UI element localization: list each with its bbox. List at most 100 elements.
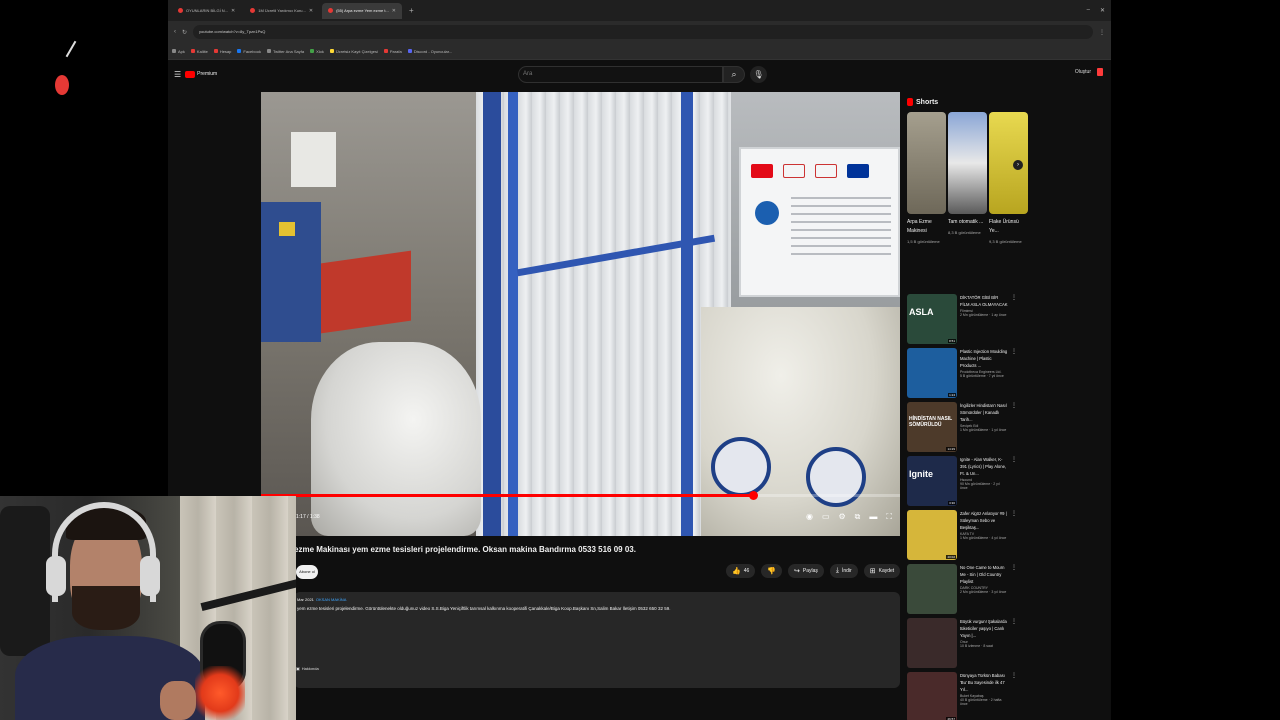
recommendation-item[interactable]: ASLA 8:51 DİKTATÖR GİBİ BİR FİLM ASLA OLMA… <box>907 294 1017 348</box>
bookmark-8[interactable]: Discord - Oyuncular... <box>407 49 452 54</box>
sack-logo <box>711 437 771 497</box>
channel-link[interactable]: OKSAN MAKİNA <box>316 597 346 602</box>
sack-logo <box>806 447 866 507</box>
bookmark-icon <box>213 49 218 53</box>
youtube-logo-text: Premium <box>197 71 218 77</box>
progress-bar[interactable] <box>261 491 900 500</box>
tab-0[interactable]: OYUNLARIN BİLGİ N... ✕ <box>172 3 241 19</box>
download-button[interactable]: ⤓ İndir <box>829 564 858 578</box>
more-options-icon[interactable]: ⋮ <box>1011 618 1017 672</box>
more-options-icon[interactable]: ⋮ <box>1011 510 1017 564</box>
recommendation-info: Ignite - Alan Walker, K-391 (Lyrics) | P… <box>960 456 1008 510</box>
recommendation-thumbnail[interactable] <box>907 564 957 614</box>
youtube-logo[interactable]: Premium <box>185 70 218 78</box>
recommendation-info: Zafer Algöz Anlatıyor #9 | Süleyman Sebo… <box>960 510 1008 564</box>
recommendation-item[interactable]: Ignite 3:30 Ignite - Alan Walker, K-391 (L… <box>907 456 1017 510</box>
recommendation-thumbnail[interactable]: Ignite 3:30 <box>907 456 957 506</box>
more-options-icon[interactable]: ⋮ <box>1011 564 1017 618</box>
close-icon[interactable]: ✕ <box>309 3 313 19</box>
bookmark-icon <box>329 49 334 53</box>
bookmark-icon <box>310 49 315 53</box>
shorts-next-icon[interactable]: › <box>1013 160 1023 170</box>
recommendation-thumbnail[interactable]: ASLA 8:51 <box>907 294 957 344</box>
description-text: yem ezme tesisleri projelendirme. Görünt… <box>297 606 671 611</box>
menu-icon[interactable]: ☰ <box>174 70 181 79</box>
close-window-icon[interactable]: ✕ <box>1100 7 1105 14</box>
dislike-button[interactable]: 👎 <box>761 564 782 578</box>
autoplay-toggle-icon[interactable]: ◉ <box>806 512 813 522</box>
recommendation-thumbnail[interactable]: HİNDİSTAN NASIL SÖMÜRÜLDÜ 14:29 <box>907 402 957 452</box>
recommendation-item[interactable]: No One Came to Mourn Me - Sin | Old Coun… <box>907 564 1017 618</box>
settings-icon[interactable]: ⚙ <box>839 512 846 522</box>
search-button[interactable]: ⌕ <box>723 66 745 83</box>
recommendation-title: Büyük vurgun! Şakalarda tüketiciler yaşı… <box>960 619 1007 638</box>
video-frame-post <box>508 92 518 536</box>
subscribe-button[interactable]: Abone ol <box>296 565 318 579</box>
recommendation-thumbnail[interactable]: 20:02 <box>907 510 957 560</box>
notifications-icon[interactable] <box>1097 68 1103 76</box>
voice-search-button[interactable]: 🎙 <box>750 66 767 83</box>
progress-scrubber[interactable] <box>749 491 759 500</box>
bookmark-6[interactable]: Ücretsiz Kayıt Çizelgesi <box>329 49 378 54</box>
bookmark-label: Facebook <box>243 48 261 54</box>
like-button[interactable]: 👍 46 <box>726 564 756 578</box>
share-button[interactable]: ↪ Paylaş <box>788 564 824 578</box>
description-box[interactable]: Mar 2021 OKSAN MAKİNA yem ezme tesisleri … <box>294 592 900 688</box>
more-options-icon[interactable]: ⋮ <box>1011 672 1017 720</box>
minimize-icon[interactable]: – <box>1087 7 1090 14</box>
bookmark-7[interactable]: Parafa <box>383 49 402 54</box>
save-button[interactable]: ⊞ Kaydet <box>863 564 901 578</box>
bookmark-5[interactable]: Xlok <box>310 49 324 54</box>
short-views: 9,3 B görüntüleme <box>989 239 1022 244</box>
short-thumbnail[interactable] <box>907 112 946 214</box>
recommendation-thumbnail[interactable] <box>907 618 957 668</box>
recommendation-item[interactable]: 20:02 Zafer Algöz Anlatıyor #9 | Süleyman… <box>907 510 1017 564</box>
flag-icon <box>847 164 869 178</box>
fullscreen-icon[interactable]: ⛶ <box>886 512 892 522</box>
window-controls: – ✕ <box>1087 7 1111 14</box>
url-field[interactable]: youtube.com/watch?v=8y_Tpzn1PsQ <box>193 25 1093 39</box>
theater-mode-icon[interactable]: ▬ <box>869 512 877 522</box>
new-tab-icon[interactable]: + <box>409 6 414 15</box>
bookmark-2[interactable]: Hesap <box>213 49 231 54</box>
close-icon[interactable]: ✕ <box>231 3 235 19</box>
about-link[interactable]: ▣ Hakkında <box>296 666 319 671</box>
reload-icon[interactable]: ↻ <box>182 29 187 36</box>
tab-2[interactable]: (55) Arpa ezme Yem ezme t... ✕ <box>322 2 402 19</box>
create-button[interactable]: Oluştur <box>1075 69 1091 75</box>
more-options-icon[interactable]: ⋮ <box>1011 456 1017 510</box>
short-item[interactable]: Tam otomatik ... 8,3 B görüntüleme <box>948 112 987 262</box>
back-icon[interactable]: ‹ <box>174 29 176 35</box>
bookmark-3[interactable]: Facebook <box>237 49 261 54</box>
description-meta: Mar 2021 OKSAN MAKİNA <box>297 597 897 602</box>
short-item[interactable]: Flake Ürünsü Ye... 9,3 B görüntüleme <box>989 112 1028 262</box>
bookmark-1[interactable]: Kaliite <box>190 49 208 54</box>
subtitles-icon[interactable]: ▭ <box>822 512 830 522</box>
duration-badge: 14:29 <box>946 447 956 451</box>
tab-1[interactable]: 1M Ücretli Yardımcı Kuru... ✕ <box>244 3 319 19</box>
extensions-icon[interactable]: ⋮ <box>1099 29 1105 36</box>
more-options-icon[interactable]: ⋮ <box>1011 402 1017 456</box>
recommendation-item[interactable]: 1:24 Plastic Injection Moulding Machine |… <box>907 348 1017 402</box>
close-icon[interactable]: ✕ <box>392 3 396 19</box>
short-item[interactable]: Arpa Ezme Makinesi 1,5 B görüntüleme <box>907 112 946 262</box>
bookmark-4[interactable]: Twitter Ana Sayfa <box>266 49 304 54</box>
signboard-text-lines <box>791 197 891 257</box>
recommendation-thumbnail[interactable]: 26:57 <box>907 672 957 720</box>
video-player[interactable]: 1:17 / 1:38 ◉ ▭ ⚙ ⧉ ▬ ⛶ <box>261 92 900 536</box>
short-views: 8,3 B görüntüleme <box>948 230 981 235</box>
more-options-icon[interactable]: ⋮ <box>1011 348 1017 402</box>
short-thumbnail[interactable] <box>948 112 987 214</box>
more-options-icon[interactable]: ⋮ <box>1011 294 1017 348</box>
recommendation-item[interactable]: 26:57 Dünyaya Türkün Babası 'Bu' Bu Sayes… <box>907 672 1017 720</box>
bookmark-0[interactable]: Apk <box>172 49 185 54</box>
miniplayer-icon[interactable]: ⧉ <box>855 512 861 522</box>
recommendation-item[interactable]: Büyük vurgun! Şakalarda tüketiciler yaşı… <box>907 618 1017 672</box>
recommendation-thumbnail[interactable]: 1:24 <box>907 348 957 398</box>
recommendation-item[interactable]: HİNDİSTAN NASIL SÖMÜRÜLDÜ 14:29 İngilizler… <box>907 402 1017 456</box>
recommendation-views: 10 B izlenme · 8 saat <box>960 644 993 648</box>
search-input[interactable]: Ara <box>518 66 723 83</box>
short-title: Arpa Ezme Makinesi <box>907 219 932 234</box>
recommendation-info: Plastic Injection Moulding Machine | Pla… <box>960 348 1008 402</box>
shorts-heading: Shorts <box>907 92 1017 112</box>
